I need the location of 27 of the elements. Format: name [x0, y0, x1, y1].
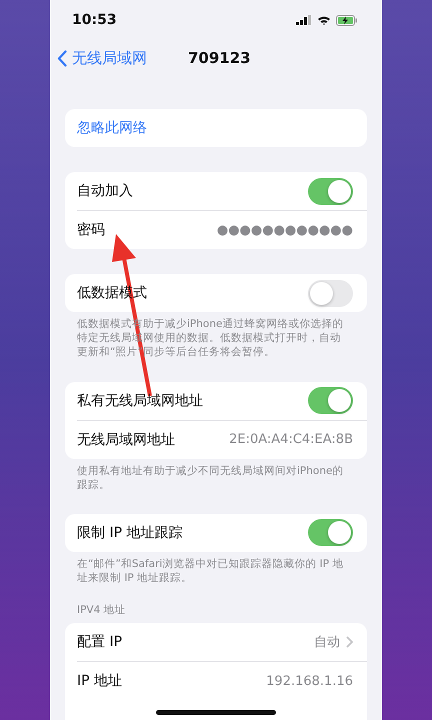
- row-label: 配置 IP: [77, 633, 124, 652]
- row-value: 2E:0A:A4:C4:EA:8B: [229, 432, 353, 448]
- chevron-right-icon: [346, 636, 353, 648]
- section-footnote: 在“邮件”和Safari浏览器中对已知跟踪器隐藏你的 IP 地址来限制 IP 地址跟踪。: [76, 556, 344, 586]
- page-title: 709123: [188, 49, 251, 67]
- wifi-icon: [317, 15, 331, 25]
- toggle-switch[interactable]: [308, 280, 353, 306]
- back-chevron-icon: [57, 50, 67, 66]
- row-label: 自动加入: [77, 182, 134, 200]
- toggle-switch[interactable]: [308, 178, 353, 204]
- signal-icon: [296, 15, 312, 25]
- row-label: 密码: [77, 221, 106, 239]
- row-value: 192.168.1.16: [266, 674, 353, 689]
- back-button[interactable]: 无线局域网: [50, 48, 147, 68]
- section-footnote: 使用私有地址有助于减少不同无线局域网间对iPhone的跟踪。: [76, 464, 344, 492]
- row-label: 限制 IP 地址跟踪: [77, 524, 184, 542]
- battery-charging-icon: [336, 14, 358, 26]
- row-value: ●●●●●●●●●●●●: [216, 222, 353, 238]
- toggle-switch[interactable]: [308, 387, 353, 414]
- section-header: IPV4 地址: [76, 603, 127, 618]
- status-time: 10:53: [72, 12, 117, 28]
- row-label: IP 地址: [77, 672, 124, 690]
- forget-network-link[interactable]: 忽略此网络: [77, 119, 147, 137]
- row-value: 自动: [314, 634, 340, 652]
- row-label: 无线局域网地址: [77, 430, 176, 449]
- toggle-switch[interactable]: [308, 519, 353, 546]
- row-label: 私有无线局域网地址: [77, 392, 204, 410]
